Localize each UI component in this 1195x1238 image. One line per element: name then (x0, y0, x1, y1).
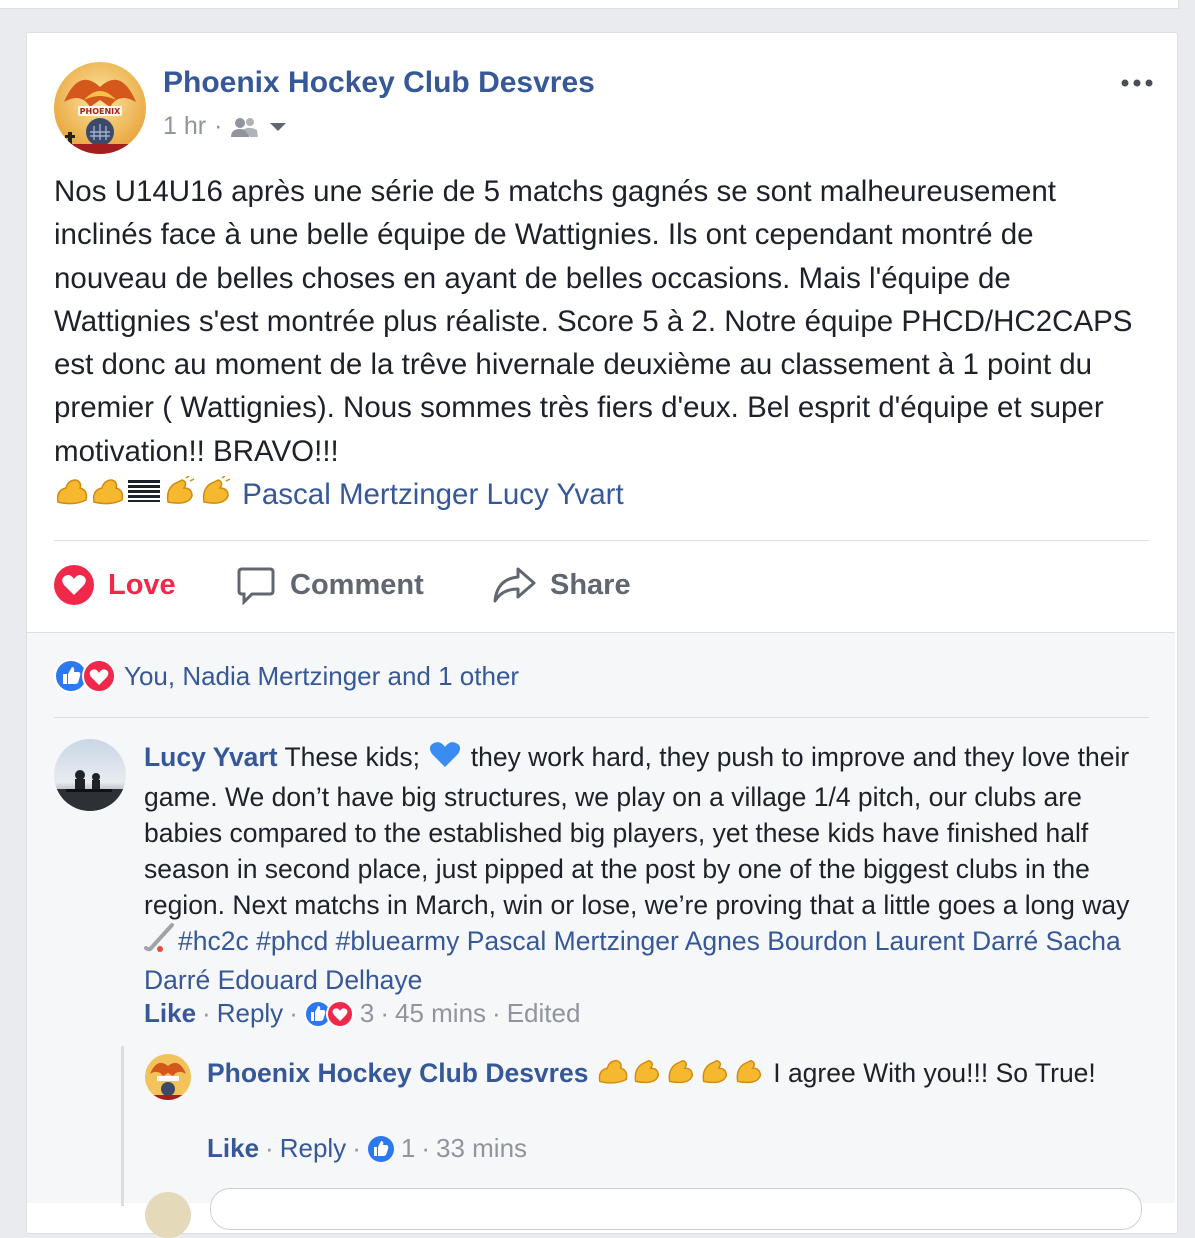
post-tags[interactable]: Pascal Mertzinger Lucy Yvart (242, 478, 623, 511)
flexed-biceps-icon (54, 475, 90, 518)
divider (54, 717, 1149, 718)
comment-label: Comment (290, 568, 424, 601)
comment-button[interactable]: Comment (236, 558, 424, 612)
comment-reaction-count: 3 (359, 998, 375, 1028)
more-options-icon[interactable] (1120, 62, 1154, 96)
flexed-biceps-icon (90, 475, 126, 518)
post-body: Nos U14U16 après une série de 5 matchs g… (54, 170, 1154, 518)
reply-author[interactable]: Phoenix Hockey Club Desvres (207, 1058, 588, 1088)
comment-author[interactable]: Lucy Yvart (144, 742, 278, 772)
reply-reaction-count: 1 (400, 1133, 416, 1163)
reactions-summary[interactable]: You, Nadia Mertzinger and 1 other (54, 656, 519, 696)
flag-icon (126, 475, 162, 518)
comment-reactions[interactable] (303, 999, 354, 1028)
clapping-hands-icon (698, 1056, 732, 1095)
love-button[interactable]: Love (54, 558, 176, 612)
reply: Phoenix Hockey Club Desvres I agree With… (207, 1055, 1137, 1095)
reply-avatar[interactable] (145, 1054, 191, 1100)
comment-time[interactable]: 45 mins (395, 998, 486, 1029)
action-bar: Love Comment Share (54, 558, 754, 612)
previous-card-edge (0, 0, 1179, 9)
share-label: Share (550, 568, 631, 601)
friends-icon[interactable] (230, 116, 260, 138)
share-button[interactable]: Share (492, 558, 631, 612)
comment-like-button[interactable]: Like (144, 998, 196, 1029)
page-avatar[interactable]: PHOENIX (54, 62, 146, 154)
clapping-hands-icon (732, 1056, 766, 1095)
heart-icon (82, 659, 116, 693)
comment-hashtags[interactable]: #hc2c #phcd #bluearmy (178, 926, 459, 956)
profile-photo-icon (54, 739, 126, 811)
post-text: Nos U14U16 après une série de 5 matchs g… (54, 175, 1133, 468)
comment-reply-button[interactable]: Reply (217, 998, 283, 1029)
divider (54, 540, 1149, 541)
chevron-down-icon[interactable] (268, 120, 288, 134)
dot-separator: · (202, 998, 211, 1028)
comment-meta: Like · Reply · 3 · 45 mins · Edited (144, 998, 580, 1029)
comment-icon (237, 567, 275, 605)
reply-reply-button[interactable]: Reply (280, 1133, 346, 1164)
dot-separator: · (265, 1133, 274, 1163)
blue-heart-icon (427, 739, 463, 778)
post-time[interactable]: 1 hr (163, 112, 206, 141)
reply-time[interactable]: 33 mins (436, 1133, 527, 1164)
dot-separator: · (289, 998, 298, 1028)
comment-text: These kids; (284, 742, 420, 772)
clapping-hands-icon (630, 1056, 664, 1095)
dot-separator: · (352, 1133, 361, 1163)
reply-text: I agree With you!!! So True! (773, 1058, 1096, 1088)
like-icon[interactable] (367, 1135, 395, 1163)
dot-separator: · (380, 998, 389, 1028)
dot-separator: · (421, 1133, 430, 1163)
reply-composer-input[interactable] (210, 1188, 1142, 1230)
comment-avatar[interactable] (54, 739, 126, 811)
meta-separator: · (214, 112, 223, 140)
reply-like-button[interactable]: Like (207, 1133, 259, 1164)
comment-edited[interactable]: Edited (507, 998, 581, 1029)
phoenix-logo-icon (145, 1054, 191, 1100)
share-icon (493, 567, 536, 603)
heart-icon (325, 999, 354, 1028)
reply-meta: Like · Reply · 1 · 33 mins (207, 1133, 527, 1164)
clapping-hands-icon (198, 475, 234, 518)
clapping-hands-icon (664, 1056, 698, 1095)
post-meta: 1 hr · (163, 112, 288, 141)
flexed-biceps-icon (596, 1056, 630, 1095)
reply-thread-line (121, 1046, 124, 1206)
love-label: Love (108, 568, 176, 601)
svg-text:PHOENIX: PHOENIX (80, 107, 121, 116)
reactions-text[interactable]: You, Nadia Mertzinger and 1 other (124, 661, 519, 692)
phoenix-logo-icon: PHOENIX (54, 62, 146, 154)
clapping-hands-icon (162, 475, 198, 518)
page-name[interactable]: Phoenix Hockey Club Desvres (163, 66, 595, 100)
comment: Lucy Yvart These kids; they work hard, t… (144, 739, 1154, 999)
heart-icon (54, 565, 94, 605)
composer-avatar (145, 1192, 191, 1238)
dot-separator: · (492, 998, 501, 1028)
field-hockey-icon (144, 923, 178, 962)
